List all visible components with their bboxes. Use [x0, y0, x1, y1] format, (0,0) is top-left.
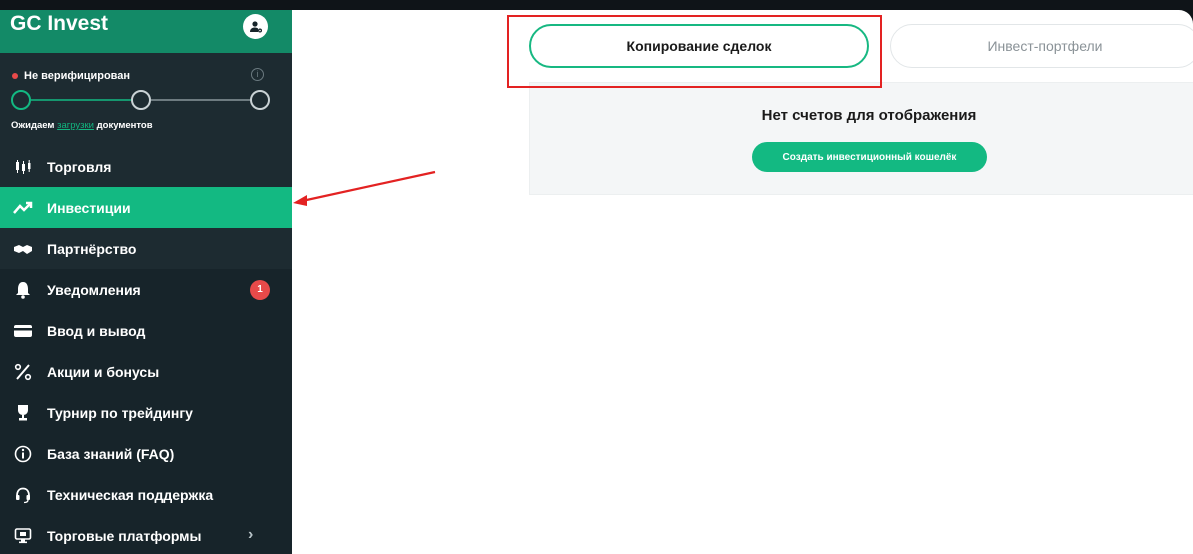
- card-icon: [12, 320, 34, 342]
- empty-accounts-panel: Нет счетов для отображения Создать инвес…: [529, 82, 1193, 195]
- upload-documents-link[interactable]: загрузки: [57, 120, 94, 131]
- tab-invest-portfolios[interactable]: Инвест-портфели: [890, 24, 1193, 68]
- annotation-highlight-box: [507, 15, 882, 88]
- sidebar-item-label: Акции и бонусы: [47, 363, 160, 380]
- step-1-icon: [11, 90, 31, 110]
- info-icon[interactable]: i: [251, 68, 264, 81]
- sidebar-item-investments[interactable]: Инвестиции: [0, 187, 292, 228]
- sidebar-item-label: Партнёрство: [47, 240, 137, 257]
- info-circle-icon: [12, 443, 34, 465]
- sidebar-item-tournament[interactable]: Турнир по трейдингу: [0, 392, 292, 433]
- annotation-arrow: [293, 170, 436, 206]
- verification-panel: Не верифицирован i Ожидаем загрузки доку…: [0, 53, 292, 151]
- sidebar-item-label: Торговые платформы: [47, 527, 202, 544]
- sidebar-item-deposit-withdraw[interactable]: Ввод и вывод: [0, 310, 292, 351]
- headset-icon: [12, 484, 34, 506]
- brand-logo: GC Invest: [10, 12, 109, 35]
- sidebar-item-promotions[interactable]: Акции и бонусы: [0, 351, 292, 392]
- sidebar-item-label: Торговля: [47, 158, 112, 175]
- sidebar-item-support[interactable]: Техническая поддержка: [0, 474, 292, 515]
- handshake-icon: [12, 238, 34, 260]
- sidebar-item-label: Турнир по трейдингу: [47, 404, 193, 421]
- sidebar-menu: Торговля Инвестиции Партнёрство Уведомле…: [0, 146, 292, 554]
- step-3-icon: [250, 90, 270, 110]
- app-frame: GC Invest Не верифицирован i Ожидаем заг…: [0, 10, 1193, 554]
- trend-up-icon: [12, 197, 34, 219]
- sidebar: GC Invest Не верифицирован i Ожидаем заг…: [0, 10, 292, 554]
- sidebar-item-label: Инвестиции: [47, 199, 131, 216]
- empty-state-title: Нет счетов для отображения: [761, 107, 977, 124]
- step-2-icon: [131, 90, 151, 110]
- sidebar-item-label: Ввод и вывод: [47, 322, 146, 339]
- verification-progress: [11, 90, 271, 110]
- user-settings-icon: [249, 20, 262, 32]
- sidebar-item-platforms[interactable]: Торговые платформы ›: [0, 515, 292, 554]
- candlestick-icon: [12, 156, 34, 178]
- verification-note: Ожидаем загрузки документов: [11, 120, 153, 131]
- verification-status-label: Не верифицирован: [24, 70, 131, 82]
- sidebar-item-label: База знаний (FAQ): [47, 445, 175, 462]
- sidebar-item-faq[interactable]: База знаний (FAQ): [0, 433, 292, 474]
- trophy-icon: [12, 402, 34, 424]
- verification-status: Не верифицирован: [12, 70, 130, 82]
- sidebar-item-partnership[interactable]: Партнёрство: [0, 228, 292, 269]
- sidebar-header: GC Invest: [0, 10, 292, 53]
- create-wallet-button[interactable]: Создать инвестиционный кошелёк: [752, 142, 987, 172]
- sidebar-item-label: Уведомления: [47, 281, 141, 298]
- sidebar-item-label: Техническая поддержка: [47, 486, 214, 503]
- percent-icon: [12, 361, 34, 383]
- monitor-icon: [12, 525, 34, 547]
- notifications-count-badge: 1: [250, 280, 270, 300]
- bell-icon: [12, 279, 34, 301]
- profile-button[interactable]: [243, 14, 268, 39]
- sidebar-item-notifications[interactable]: Уведомления 1: [0, 269, 292, 310]
- status-dot: [12, 73, 18, 79]
- chevron-right-icon: ›: [248, 526, 254, 543]
- sidebar-item-trading[interactable]: Торговля: [0, 146, 292, 187]
